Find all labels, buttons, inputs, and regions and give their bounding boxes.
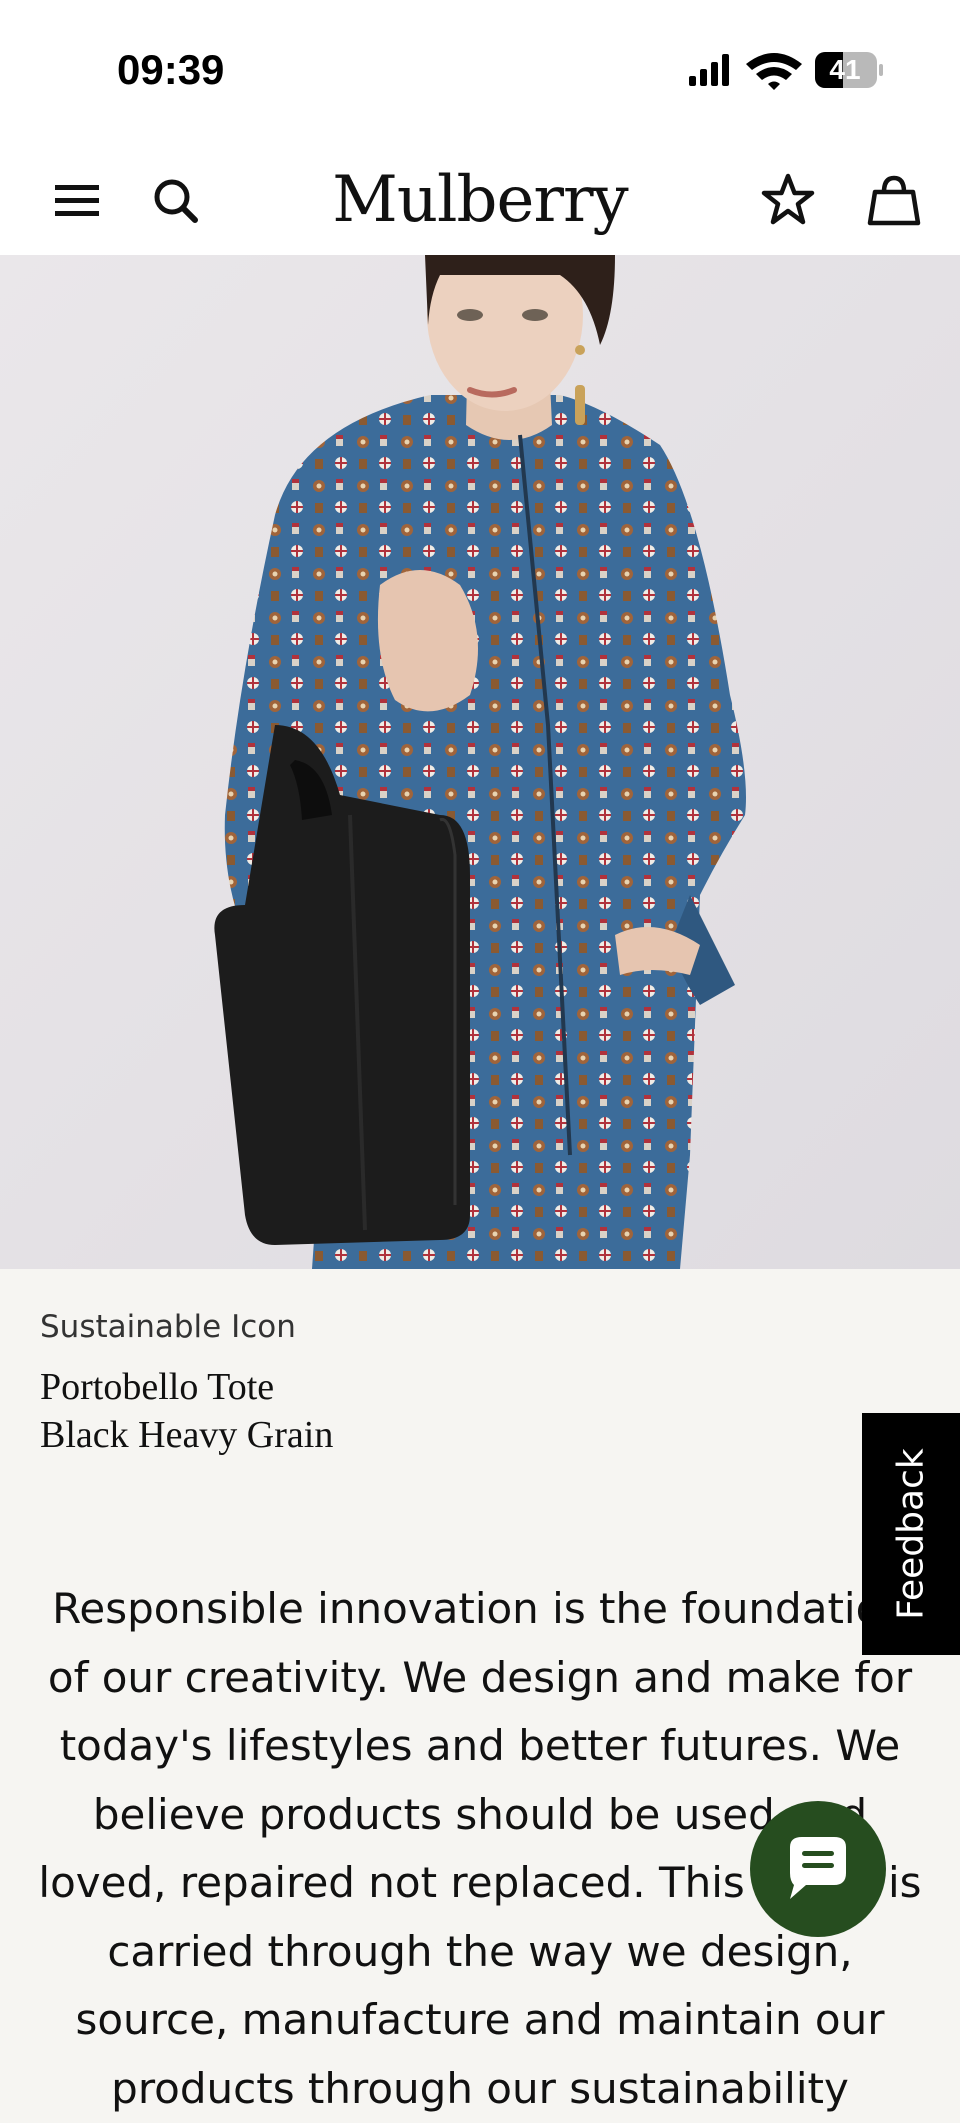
status-bar: 09:39 41 xyxy=(0,0,960,145)
product-name[interactable]: Portobello Tote xyxy=(40,1363,740,1411)
cellular-signal-icon xyxy=(689,54,729,86)
brand-logo[interactable]: Mulberry xyxy=(330,160,630,240)
battery-level: 41 xyxy=(829,54,861,85)
star-icon[interactable] xyxy=(760,172,816,228)
chat-icon xyxy=(790,1837,846,1899)
product-variant: Black Heavy Grain xyxy=(40,1414,334,1456)
product-tag: Sustainable Icon xyxy=(40,1309,296,1345)
product-info: Sustainable Icon Portobello Tote Black H… xyxy=(40,1305,740,1459)
feedback-tab[interactable]: Feedback xyxy=(862,1413,960,1655)
menu-icon[interactable] xyxy=(52,175,102,225)
model-illustration xyxy=(0,255,960,1269)
status-time: 09:39 xyxy=(117,46,225,93)
feedback-label: Feedback xyxy=(890,1448,932,1620)
product-hero-image[interactable] xyxy=(0,255,960,1269)
search-icon[interactable] xyxy=(150,175,200,225)
chat-button[interactable] xyxy=(750,1801,886,1937)
bag-icon[interactable] xyxy=(866,172,922,228)
site-header: Mulberry xyxy=(0,145,960,256)
wifi-icon xyxy=(746,53,802,90)
